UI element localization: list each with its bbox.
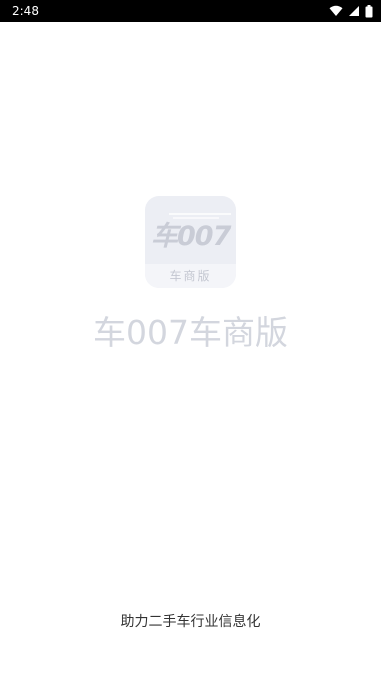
status-icons <box>329 4 373 18</box>
signal-icon <box>348 5 360 17</box>
status-bar: 2:48 <box>0 0 381 22</box>
status-time: 2:48 <box>12 4 39 18</box>
app-name: 车007车商版 <box>93 313 288 352</box>
app-icon: 车007 车商版 <box>145 196 236 288</box>
wifi-icon <box>329 5 343 17</box>
app-icon-logo-text: 车007 <box>151 221 231 252</box>
battery-icon <box>365 4 373 18</box>
slogan: 助力二手车行业信息化 <box>120 614 261 630</box>
app-icon-sub-label: 车商版 <box>169 269 212 283</box>
